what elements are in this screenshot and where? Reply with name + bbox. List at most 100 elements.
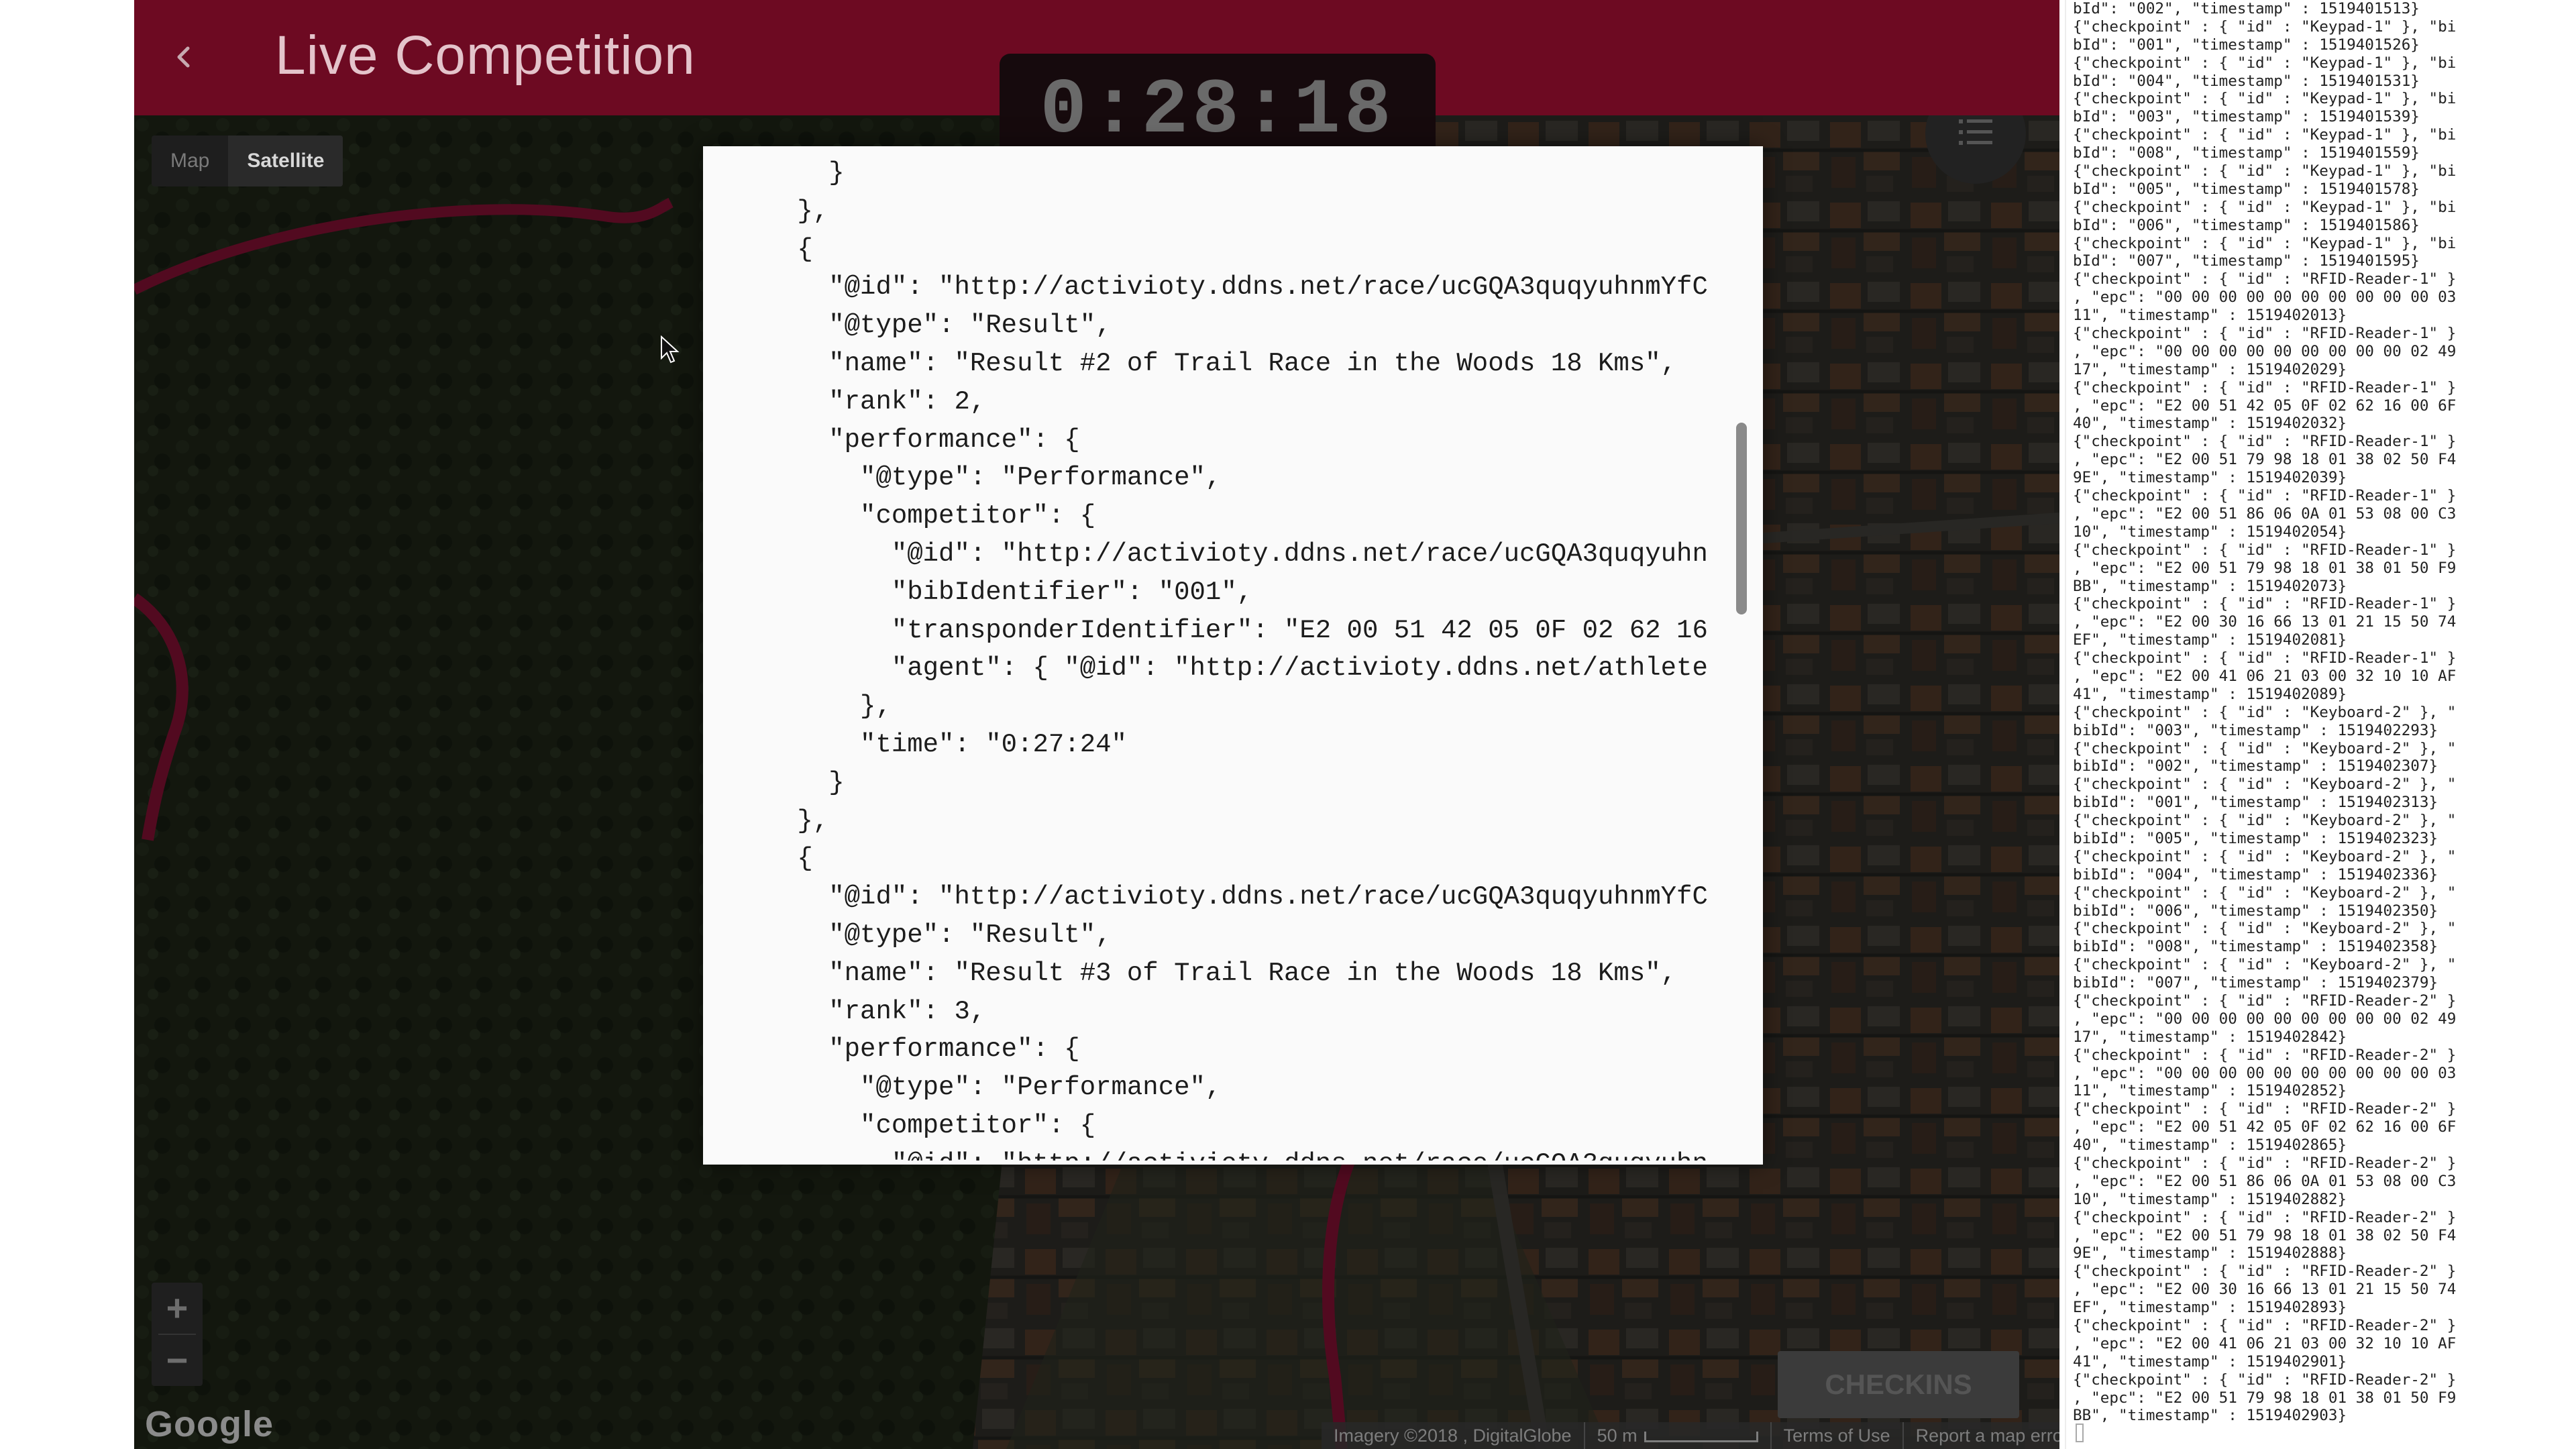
json-line: "bibIdentifier": "001",	[703, 577, 1253, 607]
log-line: , "epc": "E2 00 51 79 98 18 01 38 02 50 …	[2073, 451, 2457, 469]
log-line: BB", "timestamp" : 1519402903}	[2073, 1407, 2347, 1425]
json-line: "agent": { "@id": "http://activioty.ddns…	[703, 653, 1708, 684]
log-content: bId": "002", "timestamp" : 1519401513} {"…	[2073, 0, 2546, 1425]
app-window: Live Competition Map Satellite + − Googl…	[134, 0, 2059, 1449]
zoom-out-button[interactable]: −	[152, 1335, 203, 1386]
log-line: {"checkpoint" : { "id" : "Keypad-1" }, "…	[2073, 162, 2457, 180]
json-line: "time": "0:27:24"	[703, 729, 1127, 759]
log-line: {"checkpoint" : { "id" : "RFID-Reader-2"…	[2073, 1155, 2457, 1172]
dialog-scrollbar[interactable]	[1736, 423, 1747, 614]
checkins-button[interactable]: CHECKINS	[1778, 1351, 2019, 1418]
json-line: },	[703, 806, 829, 836]
log-line: , "epc": "E2 00 51 42 05 0F 02 62 16 00 …	[2073, 1118, 2457, 1136]
google-logo: Google	[145, 1404, 274, 1444]
report-error-link[interactable]: Report a map error	[1904, 1422, 2059, 1449]
log-line: , "epc": "E2 00 51 79 98 18 01 38 02 50 …	[2073, 1226, 2457, 1244]
log-line: 17", "timestamp" : 1519402842}	[2073, 1028, 2347, 1046]
log-line: {"checkpoint" : { "id" : "Keypad-1" }, "…	[2073, 54, 2457, 72]
race-timer: 0:28:18	[1000, 54, 1436, 155]
log-line: {"checkpoint" : { "id" : "Keypad-1" }, "…	[2073, 234, 2457, 252]
json-line: "@id": "http://activioty.ddns.net/race/u…	[703, 272, 1708, 303]
map-scale: 50 m	[1585, 1422, 1772, 1449]
log-line: , "epc": "E2 00 41 06 21 03 00 32 10 10 …	[2073, 1334, 2457, 1352]
log-line: {"checkpoint" : { "id" : "RFID-Reader-2"…	[2073, 1208, 2457, 1226]
chevron-left-icon	[177, 46, 190, 68]
log-line: bId": "003", "timestamp" : 1519401539}	[2073, 108, 2420, 126]
log-line: , "epc": "00 00 00 00 00 00 00 00 00 02 …	[2073, 1010, 2457, 1028]
log-line: {"checkpoint" : { "id" : "RFID-Reader-2"…	[2073, 1100, 2457, 1118]
terms-link[interactable]: Terms of Use	[1772, 1422, 1904, 1449]
log-line: {"checkpoint" : { "id" : "RFID-Reader-2"…	[2073, 1317, 2457, 1335]
scale-label: 50 m	[1597, 1426, 1638, 1446]
json-line: "transponderIdentifier": "E2 00 51 42 05…	[703, 615, 1708, 645]
log-line: {"checkpoint" : { "id" : "RFID-Reader-1"…	[2073, 595, 2457, 613]
log-line: {"checkpoint" : { "id" : "Keypad-1" }, "…	[2073, 17, 2457, 36]
log-line: , "epc": "E2 00 51 86 06 0A 01 53 08 00 …	[2073, 504, 2457, 523]
log-line: bId": "005", "timestamp" : 1519401578}	[2073, 180, 2420, 198]
log-line: 40", "timestamp" : 1519402865}	[2073, 1136, 2347, 1155]
json-line: }	[703, 767, 845, 798]
map-attribution-bar: Imagery ©2018 , DigitalGlobe 50 m Terms …	[1322, 1422, 2059, 1449]
json-line: "@type": "Result",	[703, 311, 1112, 341]
list-icon	[1959, 119, 1992, 145]
page-title: Live Competition	[275, 25, 696, 86]
log-line: 17", "timestamp" : 1519402029}	[2073, 360, 2347, 378]
json-line: {	[703, 844, 813, 874]
json-line: },	[703, 692, 892, 722]
json-line: {	[703, 234, 813, 264]
log-line: {"checkpoint" : { "id" : "Keypad-1" }, "…	[2073, 126, 2457, 144]
map-type-satellite-button[interactable]: Satellite	[228, 136, 343, 186]
log-line: {"checkpoint" : { "id" : "Keypad-1" }, "…	[2073, 90, 2457, 108]
log-line: {"checkpoint" : { "id" : "Keyboard-2" },…	[2073, 847, 2457, 865]
json-line: "name": "Result #2 of Trail Race in the …	[703, 348, 1677, 378]
log-line: BB", "timestamp" : 1519402073}	[2073, 577, 2347, 595]
log-line: {"checkpoint" : { "id" : "RFID-Reader-2"…	[2073, 991, 2457, 1010]
json-results-dialog[interactable]: } }, { "@id": "http://activioty.ddns.net…	[703, 146, 1763, 1165]
log-line: bibId": "008", "timestamp" : 1519402358}	[2073, 938, 2438, 956]
log-line: 41", "timestamp" : 1519402901}	[2073, 1352, 2347, 1371]
log-line: , "epc": "E2 00 30 16 66 13 01 21 15 50 …	[2073, 1281, 2457, 1299]
json-line: "@type": "Result",	[703, 920, 1112, 950]
back-button[interactable]	[161, 34, 208, 80]
json-line: "competitor": {	[703, 1110, 1096, 1140]
json-line: }	[703, 158, 845, 188]
log-line: {"checkpoint" : { "id" : "Keyboard-2" },…	[2073, 883, 2457, 902]
zoom-in-button[interactable]: +	[152, 1283, 203, 1334]
json-line: "rank": 3,	[703, 996, 986, 1026]
log-line: {"checkpoint" : { "id" : "RFID-Reader-1"…	[2073, 325, 2457, 343]
log-line: 11", "timestamp" : 1519402013}	[2073, 307, 2347, 325]
log-line: bibId": "006", "timestamp" : 1519402350}	[2073, 902, 2438, 920]
log-line: , "epc": "00 00 00 00 00 00 00 00 00 00 …	[2073, 1064, 2457, 1082]
log-line: EF", "timestamp" : 1519402081}	[2073, 631, 2347, 649]
log-line: bibId": "004", "timestamp" : 1519402336}	[2073, 865, 2438, 883]
map-type-map-button[interactable]: Map	[152, 136, 228, 186]
log-line: 11", "timestamp" : 1519402852}	[2073, 1082, 2347, 1100]
json-line: },	[703, 196, 829, 226]
log-line: {"checkpoint" : { "id" : "Keyboard-2" },…	[2073, 739, 2457, 757]
log-line: , "epc": "E2 00 51 42 05 0F 02 62 16 00 …	[2073, 396, 2457, 415]
log-line: bId": "007", "timestamp" : 1519401595}	[2073, 252, 2420, 270]
log-line: , "epc": "E2 00 51 86 06 0A 01 53 08 00 …	[2073, 1172, 2457, 1190]
log-caret	[2076, 1424, 2084, 1442]
log-line: {"checkpoint" : { "id" : "RFID-Reader-1"…	[2073, 649, 2457, 667]
log-line: {"checkpoint" : { "id" : "RFID-Reader-1"…	[2073, 378, 2457, 396]
log-line: 9E", "timestamp" : 1519402039}	[2073, 469, 2347, 487]
log-line: , "epc": "E2 00 30 16 66 13 01 21 15 50 …	[2073, 613, 2457, 631]
mouse-cursor-icon	[661, 335, 680, 364]
checkpoint-log-panel[interactable]: bId": "002", "timestamp" : 1519401513} {"…	[2065, 0, 2548, 1449]
log-line: , "epc": "E2 00 51 79 98 18 01 38 01 50 …	[2073, 559, 2457, 577]
log-line: bibId": "002", "timestamp" : 1519402307}	[2073, 757, 2438, 775]
log-line: {"checkpoint" : { "id" : "RFID-Reader-2"…	[2073, 1371, 2457, 1389]
log-line: {"checkpoint" : { "id" : "RFID-Reader-1"…	[2073, 270, 2457, 288]
log-line: 9E", "timestamp" : 1519402888}	[2073, 1244, 2347, 1263]
json-line: "@type": "Performance",	[703, 1073, 1222, 1103]
log-line: bId": "006", "timestamp" : 1519401586}	[2073, 216, 2420, 234]
log-line: bibId": "003", "timestamp" : 1519402293}	[2073, 721, 2438, 739]
log-line: , "epc": "00 00 00 00 00 00 00 00 00 02 …	[2073, 342, 2457, 360]
scale-bar	[1644, 1431, 1758, 1442]
json-line: "@type": "Performance",	[703, 463, 1222, 493]
log-line: {"checkpoint" : { "id" : "RFID-Reader-1"…	[2073, 487, 2457, 505]
json-line: "@id": "http://activioty.ddns.net/race/u…	[703, 882, 1708, 912]
log-line: 40", "timestamp" : 1519402032}	[2073, 415, 2347, 433]
log-line: {"checkpoint" : { "id" : "Keypad-1" }, "…	[2073, 198, 2457, 216]
